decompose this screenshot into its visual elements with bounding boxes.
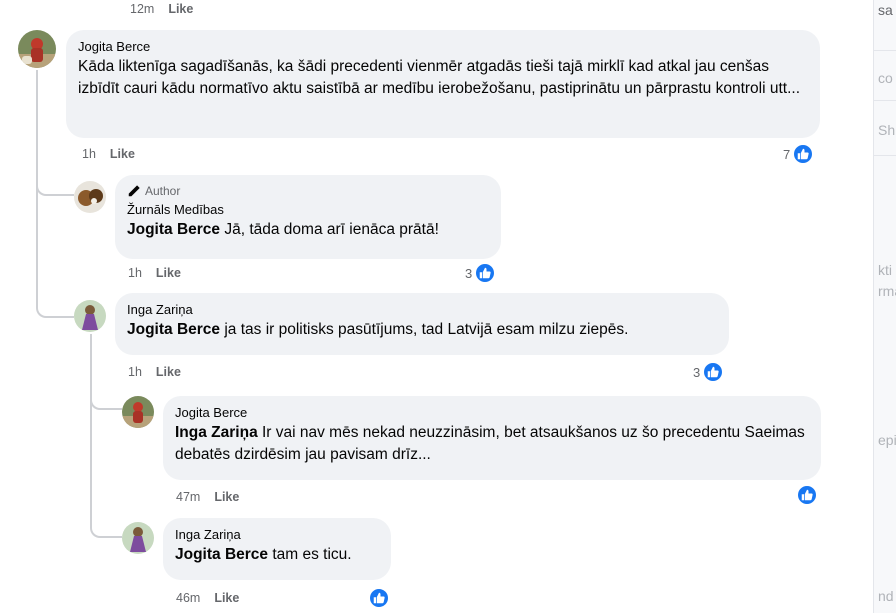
reaction-count[interactable] (368, 587, 390, 609)
divider (874, 50, 896, 51)
pencil-icon (128, 185, 140, 197)
panel-fragment: rma (878, 283, 896, 299)
panel-fragment: sa (878, 2, 893, 18)
like-link[interactable]: Like (110, 147, 135, 161)
author-badge: Author (127, 183, 489, 199)
mention-link[interactable]: Jogita Berce (127, 321, 220, 338)
thumbs-up-icon (474, 262, 497, 284)
author-badge-label: Author (145, 184, 181, 198)
avatar[interactable] (74, 181, 106, 213)
reaction-count[interactable] (796, 484, 818, 506)
thread-elbow-4 (90, 430, 122, 538)
like-link[interactable]: Like (214, 490, 239, 504)
divider (874, 155, 896, 156)
thread-elbow-1 (36, 168, 74, 196)
comment-text: Jogita Berce ja tas ir politisks pasūtīj… (127, 319, 717, 341)
comment-author[interactable]: Inga Zariņa (127, 301, 717, 319)
panel-fragment: Sh (878, 122, 896, 138)
thumbs-up-icon (792, 143, 815, 165)
comment-meta: 1h Like (128, 266, 181, 280)
comment-bubble: Author Žurnāls Medības Jogita Berce Jā, … (115, 175, 501, 259)
comment-meta: 1h Like (82, 147, 135, 161)
reaction-count[interactable]: 3 (693, 361, 725, 383)
like-link[interactable]: Like (156, 365, 181, 379)
thread-elbow-2 (36, 270, 74, 318)
comment-bubble: Jogita Berce Kāda liktenīga sagadīšanās,… (66, 30, 820, 138)
avatar[interactable] (122, 522, 154, 554)
comment-time: 12m (130, 2, 155, 16)
comment-body: Jā, tāda doma arī ienāca prātā! (220, 221, 439, 238)
comment-author[interactable]: Žurnāls Medības (127, 201, 489, 219)
top-comment-meta: 12m Like (130, 2, 193, 16)
comment-text: Jogita Berce Jā, tāda doma arī ienāca pr… (127, 219, 489, 241)
comment-text: Jogita Berce tam es ticu. (175, 544, 379, 566)
reaction-number: 3 (693, 364, 701, 380)
mention-link[interactable]: Jogita Berce (175, 546, 268, 563)
reaction-number: 7 (783, 146, 791, 162)
comment-meta: 1h Like (128, 365, 181, 379)
comment-time[interactable]: 46m (176, 591, 200, 605)
like-link[interactable]: Like (214, 591, 239, 605)
comment-time[interactable]: 1h (128, 266, 142, 280)
comment-bubble: Inga Zariņa Jogita Berce ja tas ir polit… (115, 293, 729, 355)
like-link[interactable]: Like (168, 2, 193, 16)
thread-elbow-3 (90, 380, 122, 410)
comment-text: Inga Zariņa Ir vai nav mēs nekad neuzzin… (175, 422, 809, 466)
comment-author[interactable]: Jogita Berce (78, 38, 808, 56)
divider (874, 100, 896, 101)
panel-fragment: epie (878, 432, 896, 448)
comment-bubble: Jogita Berce Inga Zariņa Ir vai nav mēs … (163, 396, 821, 480)
avatar[interactable] (74, 300, 106, 332)
thumbs-up-icon (796, 484, 818, 506)
comment-text: Kāda liktenīga sagadīšanās, ka šādi prec… (78, 58, 801, 97)
reaction-count[interactable]: 7 (783, 143, 815, 165)
comment-body: tam es ticu. (268, 546, 352, 563)
avatar[interactable] (122, 396, 154, 428)
comment-meta: 47m Like (176, 490, 239, 504)
comment-bubble: Inga Zariņa Jogita Berce tam es ticu. (163, 518, 391, 580)
avatar[interactable] (18, 30, 56, 68)
mention-link[interactable]: Jogita Berce (127, 221, 220, 238)
comment-body: Ir vai nav mēs nekad neuzzināsim, bet at… (175, 424, 805, 463)
comment-body: ja tas ir politisks pasūtījums, tad Latv… (220, 321, 629, 338)
comment-time[interactable]: 1h (128, 365, 142, 379)
panel-fragment: co (878, 70, 893, 86)
comment-meta: 46m Like (176, 591, 239, 605)
like-link[interactable]: Like (156, 266, 181, 280)
comment-author[interactable]: Jogita Berce (175, 404, 809, 422)
mention-link[interactable]: Inga Zariņa (175, 424, 258, 441)
reaction-count[interactable]: 3 (465, 262, 497, 284)
reaction-number: 3 (465, 265, 473, 281)
comment-time[interactable]: 47m (176, 490, 200, 504)
panel-fragment: kti p (878, 262, 896, 278)
right-side-panel: sa co Sh kti p rma epie nd (873, 0, 896, 613)
thumbs-up-icon (368, 587, 390, 609)
comment-author[interactable]: Inga Zariņa (175, 526, 379, 544)
panel-fragment: nd (878, 588, 894, 604)
thumbs-up-icon (702, 361, 725, 383)
comment-time[interactable]: 1h (82, 147, 96, 161)
